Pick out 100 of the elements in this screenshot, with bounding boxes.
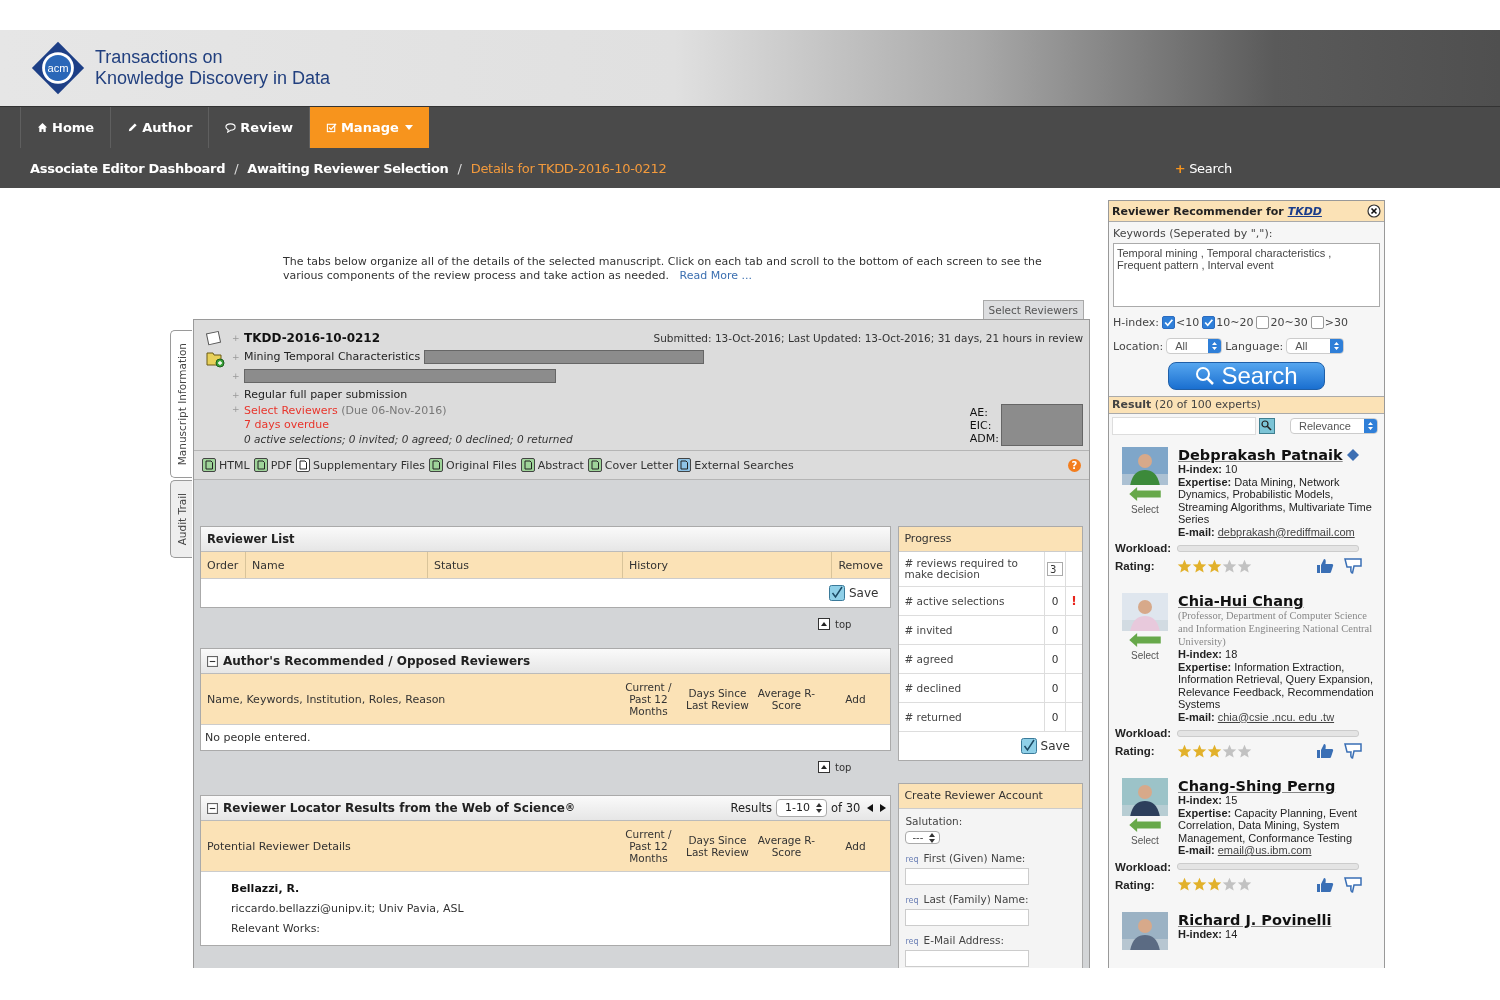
- save-button[interactable]: Save: [828, 585, 879, 601]
- previous-icon[interactable]: [867, 804, 874, 812]
- search-button[interactable]: Search: [1168, 362, 1325, 390]
- speech-bubble-icon: [225, 122, 237, 133]
- select-link[interactable]: Select: [1131, 650, 1159, 661]
- file-link[interactable]: Original Files: [429, 458, 517, 472]
- reviewer-details: riccardo.bellazzi@unipv.it; Univ Pavia, ASL: [231, 902, 465, 915]
- salutation-select[interactable]: ---: [905, 831, 941, 844]
- text-input[interactable]: [905, 868, 1030, 885]
- breadcrumb-link[interactable]: Details for TKDD-2016-10-0212: [470, 160, 667, 176]
- column-header: Name, Keywords, Institution, Roles, Reason: [206, 691, 447, 708]
- thumbs-down-icon[interactable]: [1344, 743, 1362, 759]
- language-select[interactable]: All: [1286, 338, 1345, 354]
- read-more-link[interactable]: Read More ...: [679, 269, 752, 282]
- collapse-icon[interactable]: [207, 802, 218, 814]
- sort-select[interactable]: Relevance: [1290, 418, 1378, 434]
- section-title: Progress: [899, 527, 1082, 552]
- file-link[interactable]: Abstract: [520, 458, 584, 472]
- text-input[interactable]: [905, 950, 1030, 967]
- collapse-icon[interactable]: [207, 655, 218, 667]
- thumbs-up-icon[interactable]: [1316, 743, 1334, 759]
- check-icon: [1020, 738, 1037, 754]
- expert-name[interactable]: Chang-Shing Perng: [1178, 778, 1336, 794]
- thumbs-down-icon[interactable]: [1344, 558, 1362, 574]
- file-link[interactable]: Supplementary Files: [296, 458, 425, 472]
- expert-name[interactable]: Chia-Hui Chang: [1178, 593, 1304, 609]
- progress-label: # invited: [899, 616, 1045, 644]
- email-link[interactable]: email@us.ibm.com: [1217, 844, 1312, 856]
- select-link[interactable]: Select: [1131, 504, 1159, 515]
- save-button[interactable]: Save: [1020, 738, 1070, 754]
- alert-mark: !: [1071, 594, 1077, 608]
- column-header: Add: [844, 692, 867, 707]
- file-link[interactable]: Cover Letter: [587, 458, 674, 472]
- keywords-field[interactable]: Temporal mining , Temporal characteristics , Frequent pattern , Interval event: [1113, 243, 1380, 307]
- checkbox[interactable]: [1256, 316, 1270, 329]
- select-link[interactable]: Select: [1131, 835, 1159, 846]
- column-header: History: [623, 552, 833, 578]
- left-arrow-icon[interactable]: [1128, 487, 1162, 501]
- thumbs-down-icon[interactable]: [1344, 876, 1362, 893]
- top-link[interactable]: top: [818, 761, 852, 773]
- search-link[interactable]: + Search: [1174, 160, 1232, 176]
- breadcrumb-link[interactable]: Awaiting Reviewer Selection: [247, 160, 449, 176]
- next-icon[interactable]: [880, 804, 887, 812]
- left-arrow-icon[interactable]: [1128, 633, 1162, 647]
- relevant-works-label: Relevant Works:: [231, 922, 322, 935]
- file-link[interactable]: PDF: [253, 458, 293, 472]
- count-value: 0: [1051, 653, 1059, 665]
- journal-link[interactable]: TKDD: [1287, 204, 1322, 218]
- checkbox[interactable]: [1310, 316, 1324, 329]
- top-link[interactable]: top: [818, 618, 852, 630]
- field-label: First (Given) Name:: [923, 852, 1026, 864]
- spinner-icon: [816, 803, 823, 813]
- expertise-text: Expertise: Capacity Planning, Event Correlation, Data Mining, System Management, Conformance Testing: [1178, 806, 1359, 844]
- required-mark: req: [905, 937, 919, 946]
- thumbs-up-icon[interactable]: [1316, 558, 1334, 574]
- column-header: Name: [246, 552, 428, 578]
- select-reviewers-tab[interactable]: Select Reviewers: [982, 300, 1084, 319]
- rating-label: Rating:: [1115, 878, 1156, 891]
- checkbox-label: 10~20: [1216, 316, 1254, 329]
- check-icon: [828, 585, 845, 601]
- section-title: Create Reviewer Account: [899, 784, 1082, 809]
- results-total: of 30: [831, 800, 861, 817]
- expertise-text: Expertise: Information Extraction, Information Retrieval, Query Expansion, Relevance Feedback, Recommendation Systems: [1178, 660, 1375, 711]
- journal-title: Transactions on Knowledge Discovery in Data: [95, 47, 331, 89]
- breadcrumb-separator: /: [457, 160, 462, 176]
- side-tab[interactable]: Audit Trail: [170, 480, 192, 558]
- manuscript-panel: + TKDD-2016-10-0212 Submitted: 13-Oct-2016; Last Updated: 13-Oct-2016; 31 days, 21 hours in review + Mining Temporal Characteristics + + Regular full paper submission + Select Reviewers (Due 06-Nov-2016) 7 days overdue 0 active selections; 0 invited; 0 agreed; 0 declined; 0 returned AE: EIC: ADM: HTML PDF Supplementary Files Original Files Abstract Cover Letter External Searches ? Reviewer List Order Name Status History Remove Save top Author's Recommended / Opposed Reviewers Name, Keywords, Institution, Roles, Reason Current / Past 12 Months Days Since Last Review Average R-Score Add No people entered. top Reviewer Locator Results from the Web of Science$^{®}$ Results 1-10 of 30 Potential Reviewer Details Current / Past 12 Months Days Since Last Review Average R-Score Add Bellazzi, R. riccardo.bellazzi@unipv.it; Univ Pavia, ASL Relevant Works: Progress # reviews required to make decision 3 # active selections 0 ! # invited 0 # agreed 0 # declined 0 # returned 0 Save Create Reviewer Account Salutation: --- req First (Given) Name: req Last (Family) Name: req E-Mail Address:: [193, 319, 1090, 968]
- expert-name[interactable]: Richard J. Povinelli: [1178, 911, 1332, 928]
- close-icon[interactable]: [1367, 204, 1381, 218]
- column-header: Remove: [837, 557, 885, 574]
- thumbs-up-icon[interactable]: [1316, 876, 1334, 893]
- results-select[interactable]: 1-10: [776, 799, 828, 817]
- expert-name[interactable]: Debprakash Patnaik: [1178, 447, 1343, 463]
- filter-input[interactable]: [1112, 417, 1256, 435]
- keywords-label: Keywords (Seperated by ","):: [1113, 227, 1274, 240]
- count-input[interactable]: 3: [1047, 562, 1063, 576]
- location-select[interactable]: All: [1166, 338, 1223, 354]
- file-link[interactable]: HTML: [202, 458, 250, 472]
- text-input[interactable]: [905, 909, 1030, 926]
- email-link[interactable]: debprakash@rediffmail.com: [1217, 525, 1355, 538]
- acm-logo[interactable]: acm: [30, 40, 86, 96]
- checkbox-label: >30: [1324, 316, 1348, 329]
- staff-label: EIC:: [969, 418, 993, 432]
- left-arrow-icon[interactable]: [1128, 818, 1162, 832]
- staff-label: ADM:: [969, 431, 999, 445]
- rating-label: Rating:: [1115, 560, 1156, 572]
- progress-label: # active selections: [899, 587, 1045, 615]
- email-link[interactable]: chia@csie .ncu. edu .tw: [1217, 710, 1335, 723]
- progress-label: # agreed: [899, 645, 1045, 673]
- search-icon[interactable]: [1259, 418, 1275, 434]
- document-icon: [296, 458, 311, 472]
- side-tab[interactable]: Manuscript Information: [170, 330, 192, 478]
- checkbox[interactable]: [1202, 316, 1216, 329]
- breadcrumb-link[interactable]: Associate Editor Dashboard: [30, 160, 226, 176]
- spinner-icon: [929, 832, 936, 843]
- rating-label: Rating:: [1115, 745, 1156, 757]
- column-header: Potential Reviewer Details: [206, 838, 352, 855]
- h-index-label: H-index:: [1113, 316, 1160, 329]
- file-link[interactable]: External Searches: [677, 458, 794, 472]
- checkbox[interactable]: [1162, 316, 1176, 329]
